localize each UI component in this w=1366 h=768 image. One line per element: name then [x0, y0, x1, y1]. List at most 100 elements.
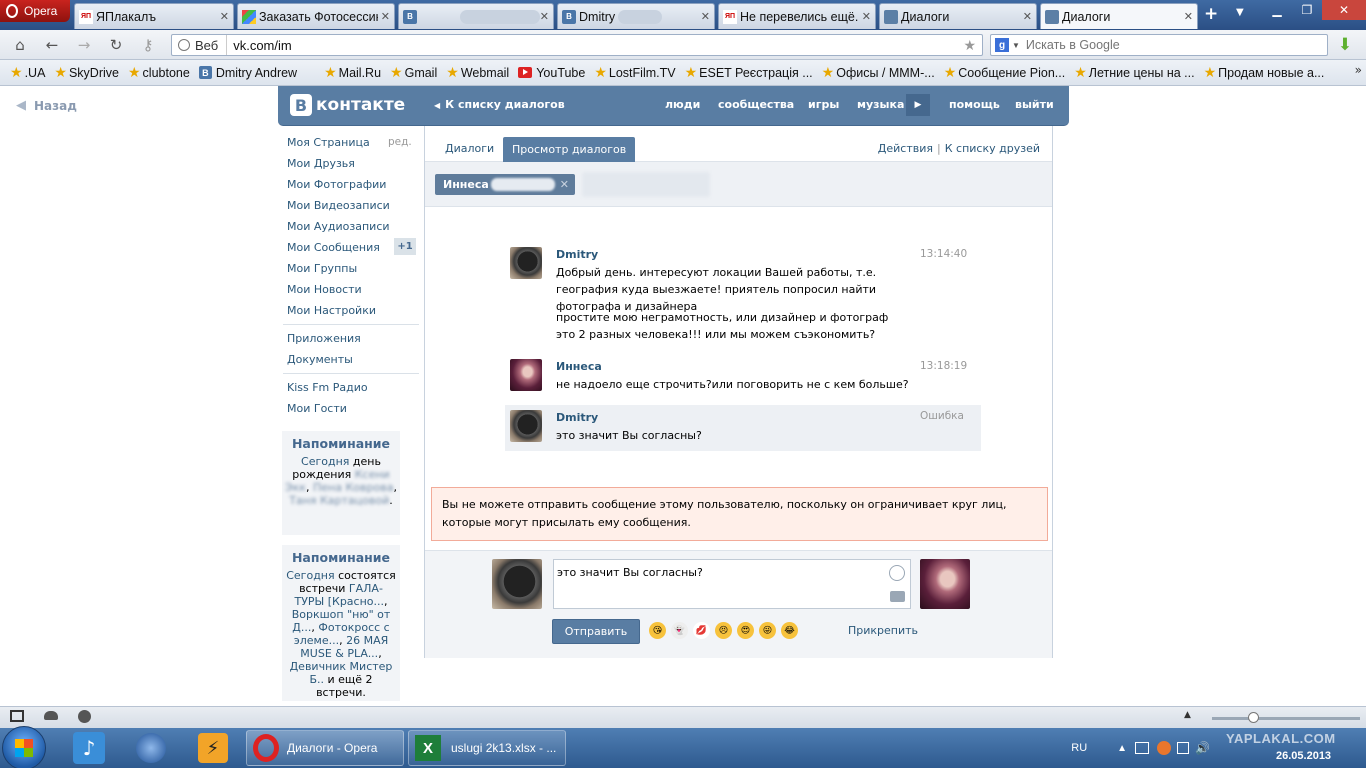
laugh-emoji-icon[interactable]: 😂	[781, 622, 798, 639]
peer-chip[interactable]: Иннеса ✕	[435, 174, 575, 195]
nav-music[interactable]: музыка	[857, 98, 904, 111]
search-input[interactable]	[1025, 38, 1327, 52]
nav-logout[interactable]: выйти	[1015, 98, 1054, 111]
home-icon[interactable]: ⌂	[10, 36, 30, 54]
sidebar-item-friends[interactable]: Мои Друзья	[287, 157, 355, 170]
close-icon[interactable]: ✕	[381, 10, 390, 23]
action-center-icon[interactable]	[1135, 742, 1150, 754]
sidebar-item-settings[interactable]: Мои Настройки	[287, 304, 376, 317]
back-link[interactable]: ◀ Назад	[16, 98, 77, 113]
task-opera[interactable]: Диалоги - Opera	[246, 730, 404, 766]
reload-icon[interactable]: ↻	[106, 36, 126, 54]
close-icon[interactable]: ✕	[701, 10, 710, 23]
sidebar-item-kissfm[interactable]: Kiss Fm Радио	[287, 381, 368, 394]
own-avatar[interactable]	[492, 559, 542, 609]
sidebar-item-my-page[interactable]: Моя Страница	[287, 136, 370, 149]
tab-list-chevron-down-icon[interactable]: ▼	[1236, 7, 1244, 18]
bookmark-item[interactable]: YouTube	[518, 66, 585, 80]
ghost-emoji-icon[interactable]: 👻	[671, 622, 688, 639]
bookmark-item[interactable]: ★ Сообщение Pion...	[944, 64, 1066, 81]
sidebar-item-photos[interactable]: Мои Фотографии	[287, 178, 386, 191]
new-tab-plus-icon[interactable]: +	[1204, 4, 1218, 24]
play-icon[interactable]: ▶	[906, 94, 930, 116]
tab-view-dialogs[interactable]: Просмотр диалогов	[503, 137, 636, 162]
start-button[interactable]	[2, 726, 46, 768]
tab-yaplakal[interactable]: ЯП ЯПлакалъ ✕	[74, 3, 234, 29]
tab-dialogs-1[interactable]: Диалоги ✕	[879, 3, 1037, 29]
bookmark-item[interactable]: ★ LostFilm.TV	[594, 64, 675, 81]
today-link[interactable]: Сегодня	[301, 455, 349, 468]
bookmark-item[interactable]: ★ Летние цены на ...	[1074, 64, 1194, 81]
web-identity-badge[interactable]: Веб	[172, 35, 228, 55]
sidebar-item-documents[interactable]: Документы	[287, 353, 353, 366]
edit-link[interactable]: ред.	[388, 136, 412, 148]
bookmark-item[interactable]: ★ .UA	[10, 64, 45, 81]
minimize-icon[interactable]: ▁	[1262, 0, 1292, 20]
sidebar-item-apps[interactable]: Приложения	[287, 332, 361, 345]
close-icon[interactable]: ✕	[862, 10, 871, 23]
smiley-icon[interactable]	[889, 565, 905, 581]
download-arrow-icon[interactable]: ⬇	[1335, 34, 1355, 56]
camera-icon[interactable]	[890, 591, 905, 602]
sidebar-item-audio[interactable]: Мои Аудиозаписи	[287, 220, 390, 233]
message-author[interactable]: Dmitry	[556, 411, 598, 424]
bookmark-star-icon[interactable]: ★	[963, 37, 982, 54]
message-author[interactable]: Иннеса	[556, 360, 602, 373]
url-input[interactable]	[227, 37, 964, 53]
actions-link[interactable]: Действия	[878, 142, 933, 155]
close-icon[interactable]: ✕	[1023, 10, 1032, 23]
task-excel[interactable]: Xuslugi 2k13.xlsx - ...	[408, 730, 566, 766]
key-icon[interactable]: ⚷	[138, 36, 158, 54]
bookmark-item[interactable]: ★ Mail.Ru	[324, 64, 381, 81]
bookmark-item[interactable]: ★ Webmail	[446, 64, 509, 81]
friends-list-link[interactable]: К списку друзей	[945, 142, 1040, 155]
bookmark-item[interactable]: ★ SkyDrive	[54, 64, 119, 81]
heart-eyes-emoji-icon[interactable]: 😍	[737, 622, 754, 639]
sidebar-item-videos[interactable]: Мои Видеозаписи	[287, 199, 390, 212]
nav-people[interactable]: люди	[665, 98, 700, 111]
avatar[interactable]	[510, 247, 542, 279]
clock-area[interactable]: YAPLAKAL.COM 26.05.2013	[1216, 728, 1366, 768]
thunderbird-icon[interactable]	[122, 730, 180, 766]
search-field[interactable]: g ▼	[990, 34, 1328, 56]
bookmark-item[interactable]: ★ clubtone	[128, 64, 190, 81]
opera-menu-button[interactable]: Opera	[0, 0, 70, 22]
avatar[interactable]	[510, 359, 542, 391]
tab-vk-dmitry[interactable]: В Dmitry ✕	[557, 3, 715, 29]
bookmark-item[interactable]: ★ Gmail	[390, 64, 437, 81]
kiss-emoji-icon[interactable]: 😘	[649, 622, 666, 639]
vk-logo[interactable]: Вконтакте	[290, 94, 405, 116]
back-arrow-icon[interactable]: ←	[42, 36, 62, 54]
peer-avatar[interactable]	[920, 559, 970, 609]
winamp-icon[interactable]: ⚡	[184, 730, 242, 766]
sidebar-item-news[interactable]: Мои Новости	[287, 283, 362, 296]
today-link[interactable]: Сегодня	[286, 569, 334, 582]
message-author[interactable]: Dmitry	[556, 248, 598, 261]
panel-toggle-icon[interactable]	[10, 710, 24, 722]
send-button[interactable]: Отправить	[552, 619, 640, 644]
blurred-name[interactable]: Таня Картацовой	[289, 494, 389, 507]
close-icon[interactable]: ✕	[220, 10, 229, 23]
tray-chevron-up-icon[interactable]: ▲	[1117, 743, 1127, 754]
back-to-dialogs-link[interactable]: ◀ К списку диалогов	[434, 98, 565, 111]
blurred-name[interactable]: Ксени	[355, 468, 390, 481]
wink-emoji-icon[interactable]: 😜	[759, 622, 776, 639]
close-icon[interactable]: ✕	[560, 178, 569, 191]
attach-link[interactable]: Прикрепить	[848, 624, 918, 637]
sidebar-item-groups[interactable]: Мои Группы	[287, 262, 357, 275]
address-field[interactable]: Веб ★	[171, 34, 983, 56]
close-icon[interactable]: ✕	[540, 10, 549, 23]
network-icon[interactable]	[1177, 742, 1190, 754]
chevron-up-icon[interactable]: ▲	[1184, 710, 1191, 720]
blurred-name[interactable]: Пена Коврова	[313, 481, 393, 494]
zoom-slider-handle[interactable]	[1248, 712, 1259, 723]
volume-icon[interactable]: 🔊	[1195, 741, 1210, 755]
close-window-icon[interactable]: ✕	[1322, 0, 1366, 20]
maximize-icon[interactable]: ❐	[1292, 0, 1322, 20]
nav-help[interactable]: помощь	[949, 98, 1000, 111]
message-textarea[interactable]: это значит Вы согласны?	[553, 559, 911, 609]
chevron-down-icon[interactable]: ▼	[1012, 41, 1020, 50]
bookmark-item[interactable]: ★ Офисы / МММ-...	[822, 64, 935, 81]
bookmark-item[interactable]: ★ ESET Реєстрація ...	[685, 64, 813, 81]
forward-arrow-icon[interactable]: →	[74, 36, 94, 54]
